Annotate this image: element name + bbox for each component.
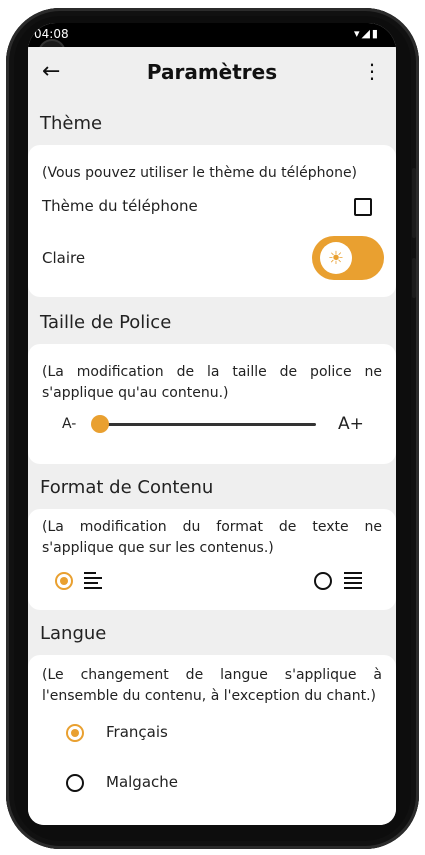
language-heading: Langue (40, 623, 107, 644)
theme-heading: Thème (40, 113, 103, 134)
align-left-icon[interactable] (84, 572, 104, 590)
font-min-label[interactable]: A- (62, 416, 76, 432)
status-time: 04:08 (34, 27, 69, 41)
language-card: (Le changement de langue s'applique à l'… (28, 655, 396, 825)
status-icons: ▾◢▮ (353, 27, 380, 40)
theme-note: (Vous pouvez utiliser le thème du téléph… (42, 165, 358, 181)
language-option-francais[interactable]: Français (106, 723, 168, 741)
language-option-malgache[interactable]: Malgache (106, 773, 178, 791)
app-bar: ← Paramètres ⋮ (28, 47, 396, 99)
align-justify-radio[interactable] (314, 572, 332, 590)
volume-button (412, 168, 416, 238)
status-bar: 04:08 ▾◢▮ (28, 23, 396, 47)
font-size-note: (La modification de la taille de police … (42, 364, 382, 401)
font-max-label[interactable]: A+ (338, 414, 364, 434)
language-option-radio-francais[interactable] (66, 724, 84, 742)
font-size-card: (La modification de la taille de police … (28, 344, 396, 464)
page-title: Paramètres (146, 60, 278, 84)
language-option-radio-malgache[interactable] (66, 774, 84, 792)
align-left-radio[interactable] (55, 572, 73, 590)
power-button (412, 258, 416, 298)
content-format-note: (La modification du format de texte ne s… (42, 519, 382, 556)
font-size-slider-thumb[interactable] (91, 415, 109, 433)
language-note: (Le changement de langue s'applique à l'… (42, 667, 382, 704)
font-size-slider[interactable] (100, 423, 316, 426)
content-format-heading: Format de Contenu (40, 477, 214, 498)
font-size-heading: Taille de Police (40, 312, 172, 333)
sun-icon: ☀ (320, 242, 352, 274)
content-format-card: (La modification du format de texte ne s… (28, 509, 396, 610)
more-menu-icon[interactable]: ⋮ (362, 59, 382, 83)
light-theme-toggle[interactable]: ☀ (312, 236, 384, 280)
phone-theme-label: Thème du téléphone (42, 197, 198, 215)
align-justify-icon[interactable] (344, 572, 364, 590)
light-theme-label: Claire (42, 249, 86, 267)
theme-card: (Vous pouvez utiliser le thème du téléph… (28, 145, 396, 297)
phone-theme-checkbox[interactable] (354, 198, 372, 216)
screen: 04:08 ▾◢▮ ← Paramètres ⋮ Thème (Vous pou… (28, 23, 396, 825)
